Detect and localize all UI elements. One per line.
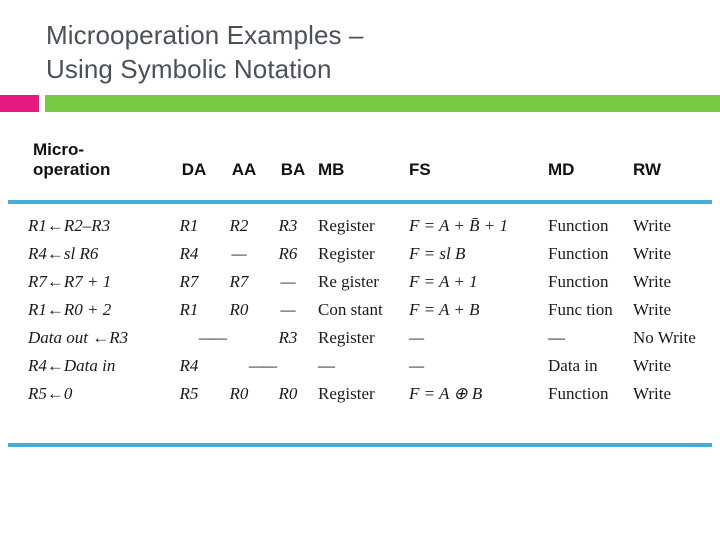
table-row: R4←Data in R4 —— — — Data in Write xyxy=(0,352,720,380)
table-bottom-rule xyxy=(8,443,712,447)
cell-microoperation: R7←R7 + 1 xyxy=(28,272,112,291)
cell-aa: — xyxy=(231,244,247,263)
cell-rw: Write xyxy=(633,216,672,235)
page-title: Microoperation Examples – Using Symbolic… xyxy=(46,20,364,84)
cell-microoperation: R1←R0 + 2 xyxy=(28,300,112,319)
cell-da: R5 xyxy=(179,384,199,403)
table-body: R1←R2–R3 R1 R2 R3 Register F = A + B̄ + 1 Func… xyxy=(0,212,720,408)
cell-fs: F = sl B xyxy=(409,244,466,263)
column-header-aa: AA xyxy=(231,160,257,179)
cell-da: R4 xyxy=(179,356,199,375)
cell-da: R7 xyxy=(179,272,199,291)
cell-rw: No Write xyxy=(633,328,696,347)
table-row: R4←sl R6 R4 — R6 Register F = sl B Function Wri… xyxy=(0,240,720,268)
column-header-md: MD xyxy=(548,160,575,179)
cell-mb: — xyxy=(318,356,335,375)
cell-aa: R2 xyxy=(229,216,249,235)
table-row: R1←R2–R3 R1 R2 R3 Register F = A + B̄ + 1 Func… xyxy=(0,212,720,240)
cell-rw: Write xyxy=(633,356,672,375)
cell-fs: F = A ⊕ B xyxy=(409,384,483,403)
cell-da: —— xyxy=(198,328,227,347)
accent-bar-pink xyxy=(0,95,39,112)
cell-ba: R0 xyxy=(278,384,298,403)
cell-md: Function xyxy=(548,216,609,235)
cell-da: R1 xyxy=(179,216,199,235)
cell-ba: R3 xyxy=(278,328,298,347)
cell-rw: Write xyxy=(633,300,672,319)
accent-bar-green xyxy=(45,95,720,112)
cell-rw: Write xyxy=(633,244,672,263)
cell-aa: R7 xyxy=(229,272,249,291)
column-header-mb: MB xyxy=(318,160,345,179)
cell-aa: —— xyxy=(248,356,277,375)
cell-microoperation: R4←Data in xyxy=(28,356,116,375)
cell-mb: Register xyxy=(318,216,375,235)
cell-microoperation: R1←R2–R3 xyxy=(28,216,111,235)
cell-aa: R0 xyxy=(229,300,249,319)
table-row: Data out ←R3 —— R3 Register — — No Write xyxy=(0,324,720,352)
cell-ba: — xyxy=(280,300,296,319)
column-header-fs: FS xyxy=(409,160,431,179)
cell-da: R1 xyxy=(179,300,199,319)
column-header-da: DA xyxy=(181,160,207,179)
cell-mb: Re gister xyxy=(318,272,379,291)
column-header-rw: RW xyxy=(633,160,662,179)
table-row: R5←0 R5 R0 R0 Register F = A ⊕ B Function Write xyxy=(0,380,720,408)
cell-mb: Register xyxy=(318,244,375,263)
cell-fs: F = A + B̄ + 1 xyxy=(409,216,508,235)
cell-ba: — xyxy=(280,272,296,291)
cell-fs: — xyxy=(409,328,425,347)
cell-ba: R3 xyxy=(278,216,298,235)
cell-mb: Register xyxy=(318,328,375,347)
cell-ba: R6 xyxy=(278,244,298,263)
microoperation-table: Micro- operation DA AA BA MB FS MD RW R1… xyxy=(0,132,720,454)
title-accent-bars xyxy=(0,95,720,112)
cell-aa: R0 xyxy=(229,384,249,403)
cell-microoperation: R5←0 xyxy=(28,384,73,403)
cell-md: Function xyxy=(548,244,609,263)
cell-md: — xyxy=(548,328,565,347)
cell-md: Func tion xyxy=(548,300,613,319)
table-row: R7←R7 + 1 R7 R7 — Re gister F = A + 1 Function… xyxy=(0,268,720,296)
cell-mb: Con stant xyxy=(318,300,383,319)
cell-fs: F = A + B xyxy=(409,300,480,319)
cell-md: Function xyxy=(548,272,609,291)
column-header-ba: BA xyxy=(280,160,306,179)
table-row: R1←R0 + 2 R1 R0 — Con stant F = A + B Func tio… xyxy=(0,296,720,324)
cell-da: R4 xyxy=(179,244,199,263)
cell-rw: Write xyxy=(633,384,672,403)
cell-md: Function xyxy=(548,384,609,403)
cell-fs: F = A + 1 xyxy=(409,272,478,291)
cell-fs: — xyxy=(409,356,425,375)
column-header-microoperation: Micro- operation xyxy=(33,140,111,179)
cell-mb: Register xyxy=(318,384,375,403)
cell-rw: Write xyxy=(633,272,672,291)
cell-microoperation: R4←sl R6 xyxy=(28,244,99,263)
cell-md: Data in xyxy=(548,356,598,375)
table-header-rule xyxy=(8,200,712,204)
